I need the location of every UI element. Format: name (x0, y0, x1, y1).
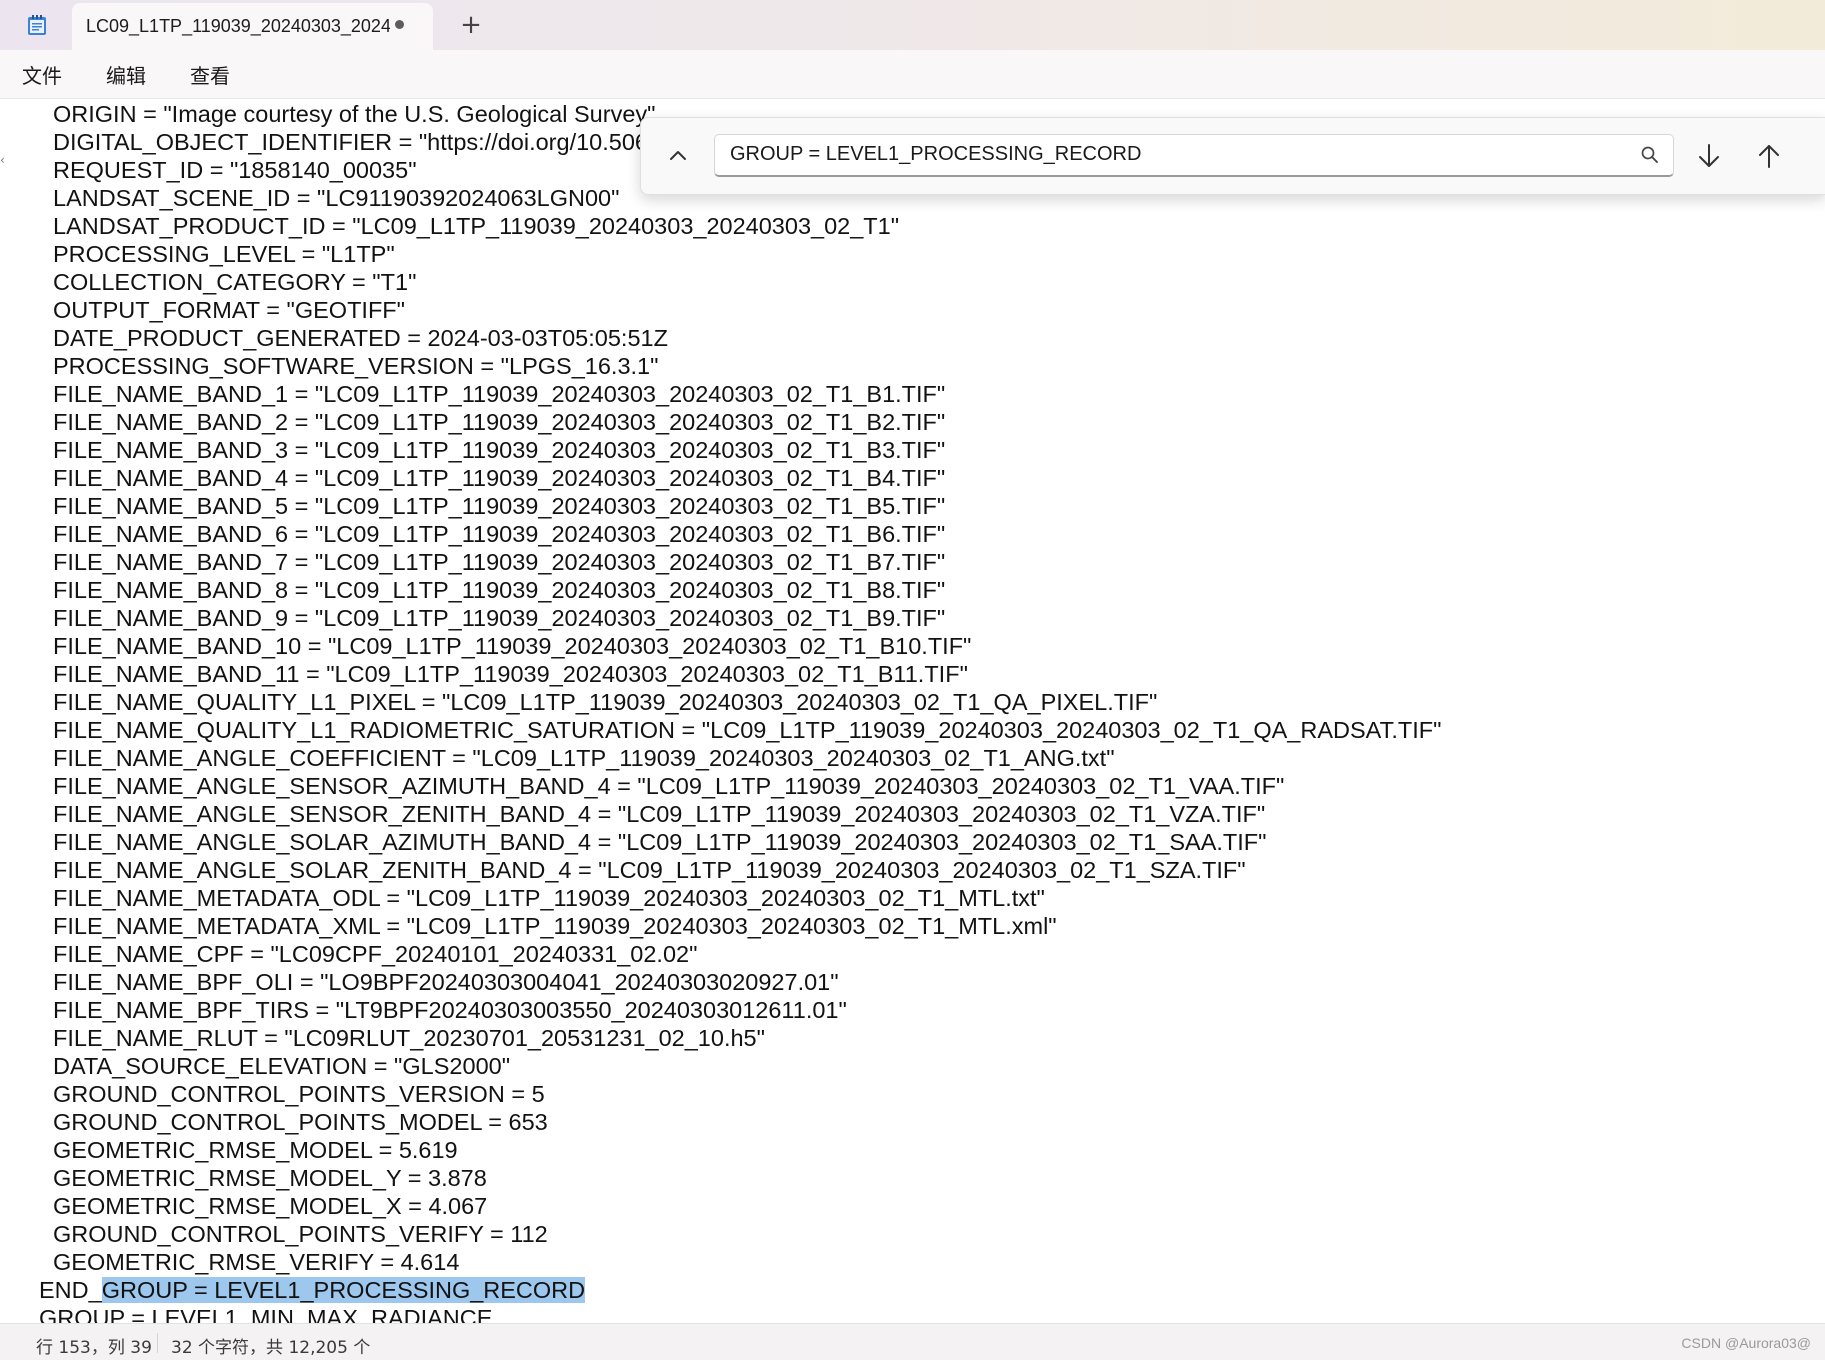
text-line: GEOMETRIC_RMSE_MODEL = 5.619 (53, 1137, 458, 1163)
text-line: FILE_NAME_BAND_7 = "LC09_L1TP_119039_202… (53, 549, 946, 575)
text-line: FILE_NAME_BAND_5 = "LC09_L1TP_119039_202… (53, 493, 946, 519)
search-match-highlight: GROUP = LEVEL1_PROCESSING_RECORD (101, 1277, 586, 1303)
text-line: COLLECTION_CATEGORY = "T1" (53, 269, 417, 295)
close-dot-icon[interactable] (395, 20, 404, 29)
text-line: REQUEST_ID = "1858140_00035" (53, 157, 417, 183)
text-line: FILE_NAME_BAND_4 = "LC09_L1TP_119039_202… (53, 465, 946, 491)
text-line: GROUND_CONTROL_POINTS_VERIFY = 112 (53, 1221, 548, 1247)
arrow-down-icon[interactable] (1691, 138, 1727, 174)
watermark: CSDN @Aurora03@ (1681, 1335, 1811, 1351)
tab-title: LC09_L1TP_119039_20240303_20240303_02_T1… (86, 16, 390, 36)
text-line: FILE_NAME_ANGLE_SENSOR_AZIMUTH_BAND_4 = … (53, 773, 1285, 799)
status-divider (157, 1333, 158, 1353)
text-line: FILE_NAME_ANGLE_SOLAR_AZIMUTH_BAND_4 = "… (53, 829, 1267, 855)
text-line: FILE_NAME_BAND_9 = "LC09_L1TP_119039_202… (53, 605, 946, 631)
text-line: DIGITAL_OBJECT_IDENTIFIER = "https://doi… (53, 129, 662, 155)
end-line-prefix: END_ (39, 1277, 102, 1303)
chevron-up-icon[interactable] (663, 140, 693, 170)
menu-bar: 文件 编辑 查看 (0, 50, 1825, 99)
text-line: FILE_NAME_BAND_10 = "LC09_L1TP_119039_20… (53, 633, 972, 659)
find-panel: GROUP = LEVEL1_PROCESSING_RECORD (640, 117, 1825, 195)
status-bar: 行 153，列 39 32 个字符，共 12,205 个 CSDN @Auror… (0, 1323, 1825, 1360)
text-line-end-group: END_GROUP = LEVEL1_PROCESSING_RECORD (39, 1276, 586, 1304)
text-line: FILE_NAME_QUALITY_L1_PIXEL = "LC09_L1TP_… (53, 689, 1158, 715)
text-line: DATA_SOURCE_ELEVATION = "GLS2000" (53, 1053, 511, 1079)
text-line: FILE_NAME_BAND_3 = "LC09_L1TP_119039_202… (53, 437, 946, 463)
tab-document[interactable]: LC09_L1TP_119039_20240303_20240303_02_T1… (72, 3, 433, 50)
selection-count: 32 个字符，共 12,205 个 (171, 1338, 371, 1358)
text-line: GEOMETRIC_RMSE_VERIFY = 4.614 (53, 1249, 460, 1275)
text-line: FILE_NAME_CPF = "LC09CPF_20240101_202403… (53, 941, 698, 967)
text-line-next-group: GROUP = LEVEL1_MIN_MAX_RADIANCE (39, 1305, 493, 1323)
text-line: FILE_NAME_BPF_TIRS = "LT9BPF202403030035… (53, 997, 847, 1023)
search-icon[interactable] (1639, 144, 1661, 166)
arrow-up-icon[interactable] (1751, 138, 1787, 174)
title-bar: LC09_L1TP_119039_20240303_20240303_02_T1… (0, 0, 1825, 50)
text-editor[interactable]: ‹ ORIGIN = "Image courtesy of the U.S. G… (0, 99, 1825, 1323)
text-line: PROCESSING_SOFTWARE_VERSION = "LPGS_16.3… (53, 353, 659, 379)
cursor-position: 行 153，列 39 (36, 1338, 152, 1358)
text-line: FILE_NAME_ANGLE_SOLAR_ZENITH_BAND_4 = "L… (53, 857, 1246, 883)
plus-icon[interactable]: + (456, 8, 486, 42)
text-line: GROUND_CONTROL_POINTS_MODEL = 653 (53, 1109, 548, 1135)
text-line: LANDSAT_SCENE_ID = "LC91190392024063LGN0… (53, 185, 620, 211)
text-line: FILE_NAME_BAND_2 = "LC09_L1TP_119039_202… (53, 409, 946, 435)
text-line: FILE_NAME_BAND_6 = "LC09_L1TP_119039_202… (53, 521, 946, 547)
menu-view[interactable]: 查看 (190, 60, 230, 89)
text-line: FILE_NAME_METADATA_XML = "LC09_L1TP_1190… (53, 913, 1057, 939)
text-line: GROUND_CONTROL_POINTS_VERSION = 5 (53, 1081, 545, 1107)
text-line: DATE_PRODUCT_GENERATED = 2024-03-03T05:0… (53, 325, 668, 351)
text-line: FILE_NAME_QUALITY_L1_RADIOMETRIC_SATURAT… (53, 717, 1442, 743)
text-line: FILE_NAME_BPF_OLI = "LO9BPF2024030300404… (53, 969, 839, 995)
find-input[interactable]: GROUP = LEVEL1_PROCESSING_RECORD (714, 134, 1674, 177)
text-line: FILE_NAME_ANGLE_COEFFICIENT = "LC09_L1TP… (53, 745, 1115, 771)
menu-file[interactable]: 文件 (22, 60, 62, 89)
text-line: OUTPUT_FORMAT = "GEOTIFF" (53, 297, 406, 323)
text-line: LANDSAT_PRODUCT_ID = "LC09_L1TP_119039_2… (53, 213, 900, 239)
find-input-value: GROUP = LEVEL1_PROCESSING_RECORD (730, 143, 1142, 165)
menu-edit[interactable]: 编辑 (106, 60, 146, 89)
text-line: GEOMETRIC_RMSE_MODEL_X = 4.067 (53, 1193, 488, 1219)
text-line: FILE_NAME_BAND_8 = "LC09_L1TP_119039_202… (53, 577, 946, 603)
text-line: FILE_NAME_RLUT = "LC09RLUT_20230701_2053… (53, 1025, 765, 1051)
text-line: FILE_NAME_BAND_11 = "LC09_L1TP_119039_20… (53, 661, 968, 687)
text-line: FILE_NAME_ANGLE_SENSOR_ZENITH_BAND_4 = "… (53, 801, 1266, 827)
text-line: FILE_NAME_METADATA_ODL = "LC09_L1TP_1190… (53, 885, 1045, 911)
text-line: GEOMETRIC_RMSE_MODEL_Y = 3.878 (53, 1165, 487, 1191)
text-line: ORIGIN = "Image courtesy of the U.S. Geo… (53, 101, 656, 127)
text-line: PROCESSING_LEVEL = "L1TP" (53, 241, 395, 267)
scroll-marker: ‹ (0, 153, 5, 167)
text-line: FILE_NAME_BAND_1 = "LC09_L1TP_119039_202… (53, 381, 946, 407)
notepad-icon (28, 15, 46, 35)
